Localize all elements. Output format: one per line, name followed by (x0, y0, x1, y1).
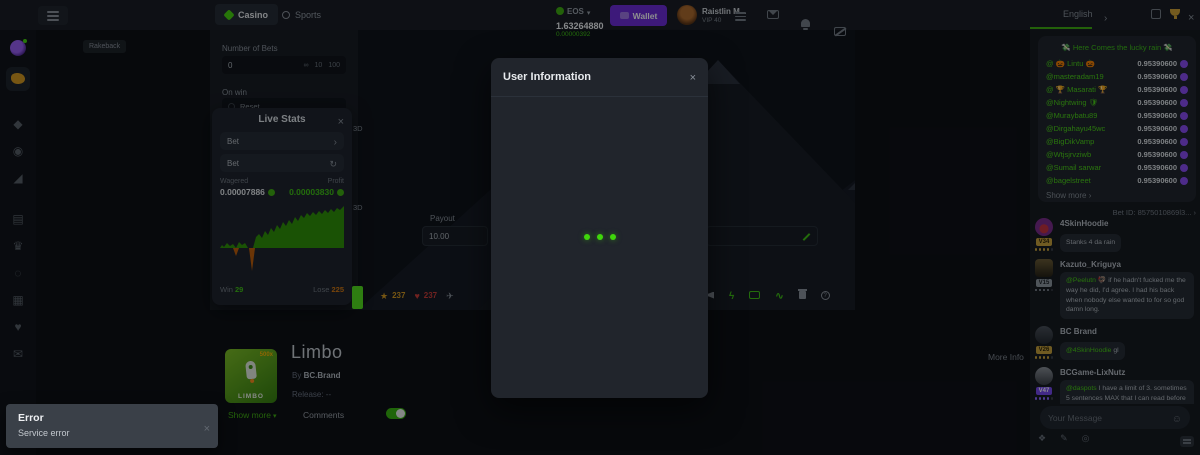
toast-close-icon[interactable] (204, 419, 210, 437)
toast-message: Service error (18, 428, 206, 438)
modal-title: User Information (503, 71, 591, 83)
modal-close-icon[interactable] (690, 68, 696, 86)
error-toast: Error Service error (6, 404, 218, 448)
loading-dots (491, 234, 708, 240)
user-information-modal: User Information (491, 58, 708, 398)
app: Casino Sports EOS 1.63264880 0.00000392 … (0, 0, 1200, 455)
toast-title: Error (18, 412, 206, 424)
